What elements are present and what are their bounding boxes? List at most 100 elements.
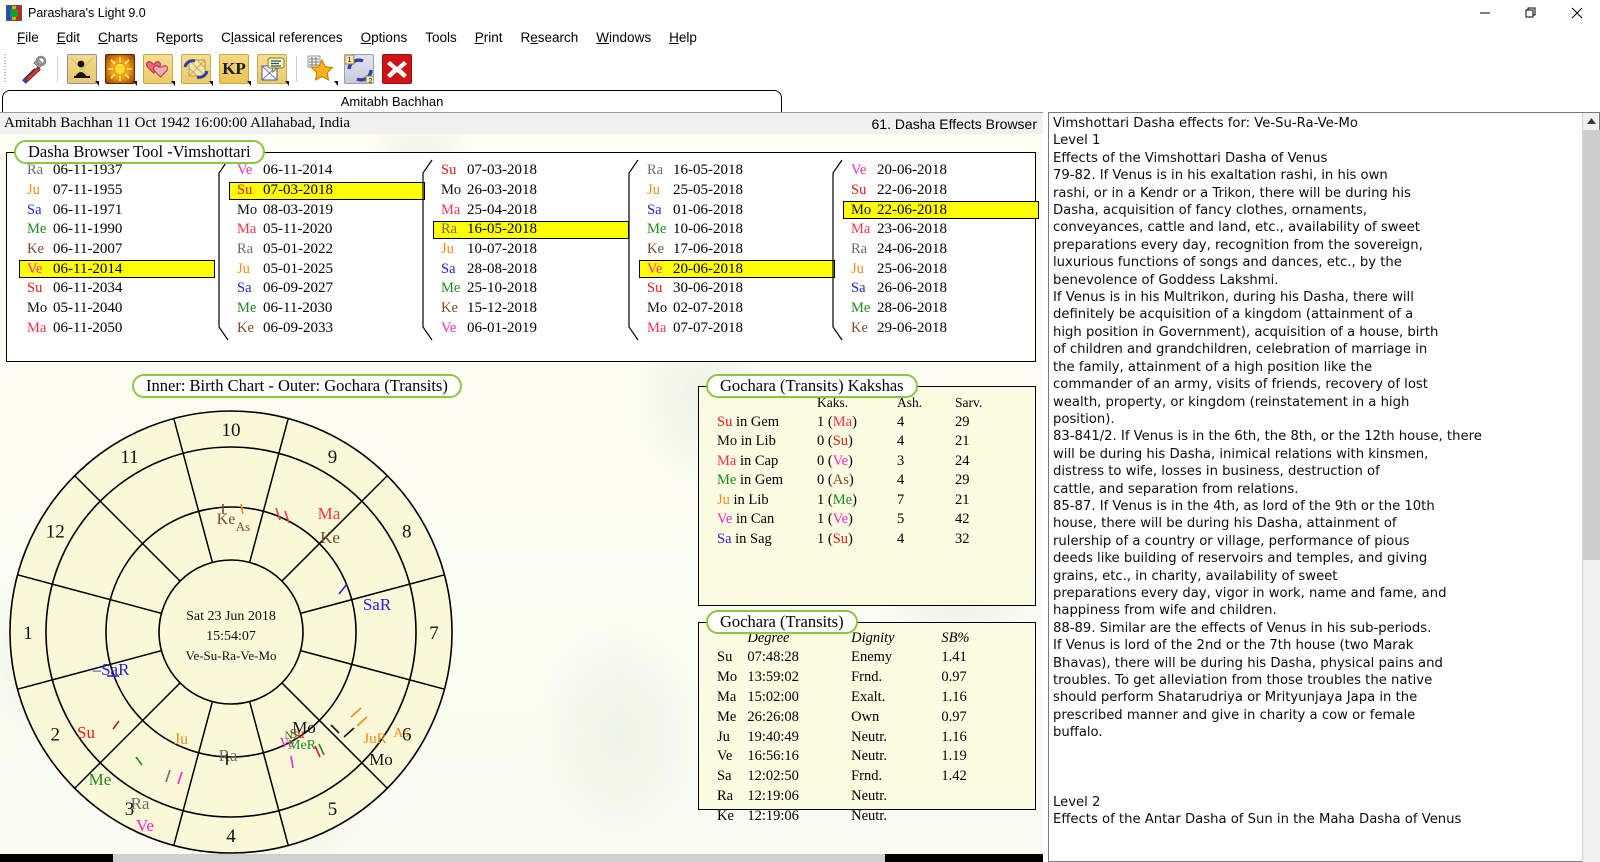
- dasha-date-label: 28-06-2018: [877, 300, 947, 317]
- dasha-row[interactable]: Sa 28-08-2018: [427, 259, 627, 279]
- favorites-star-icon[interactable]: [303, 51, 339, 87]
- dasha-row[interactable]: Ju 10-07-2018: [427, 240, 627, 260]
- vertical-scrollbar[interactable]: [1582, 113, 1600, 862]
- close-icon[interactable]: [1554, 0, 1600, 26]
- chevron-down-icon[interactable]: [285, 81, 289, 86]
- gochara-row: Ve 16:56:16 Neutr. 1.19: [699, 747, 999, 767]
- sun-icon[interactable]: [102, 51, 138, 87]
- dasha-row[interactable]: Me 28-06-2018: [837, 299, 1037, 319]
- dasha-row[interactable]: Ju 25-06-2018: [837, 259, 1037, 279]
- dasha-row[interactable]: Mo 02-07-2018: [633, 299, 833, 319]
- person-meditating-icon[interactable]: [64, 51, 100, 87]
- menu-item-classical-references[interactable]: Classical references: [212, 28, 352, 47]
- vertical-scroll-track[interactable]: [1583, 560, 1600, 862]
- dasha-date-label: 10-06-2018: [673, 221, 743, 238]
- dasha-planet-label: Ke: [27, 241, 44, 258]
- dasha-planet-label: Me: [27, 221, 47, 238]
- chevron-down-icon[interactable]: [95, 81, 99, 86]
- chevron-down-icon[interactable]: [247, 81, 251, 86]
- dasha-row[interactable]: Sa 01-06-2018: [633, 200, 833, 220]
- chevron-down-icon[interactable]: [209, 81, 213, 86]
- menu-item-options[interactable]: Options: [352, 28, 417, 47]
- dasha-row[interactable]: Ma 06-11-2050: [13, 319, 213, 339]
- gochara-sb: 1.19: [941, 748, 967, 765]
- chevron-down-icon[interactable]: [334, 81, 338, 86]
- dasha-row[interactable]: Ve 06-01-2019: [427, 319, 627, 339]
- dasha-row[interactable]: Ra 16-05-2018: [633, 161, 833, 181]
- dasha-row[interactable]: Ve 20-06-2018: [837, 161, 1037, 181]
- chart-wheel[interactable]: 1 2 3 4 5 6 7 8 9 10 11 12 Sat 23 Jun 2018 15:54:07…: [6, 392, 566, 854]
- inner-planet-Ke: Ke: [217, 511, 236, 528]
- dual-chart-cycle-icon[interactable]: 1 2: [341, 51, 377, 87]
- dasha-row[interactable]: Mo 22-06-2018: [837, 200, 1039, 220]
- menu-item-reports[interactable]: Reports: [147, 28, 212, 47]
- dasha-row[interactable]: Me 25-10-2018: [427, 279, 627, 299]
- chevron-down-icon[interactable]: [133, 81, 137, 86]
- dasha-row[interactable]: Ke 06-09-2033: [223, 319, 423, 339]
- menu-item-tools[interactable]: Tools: [416, 28, 466, 47]
- dasha-row[interactable]: Ve 20-06-2018: [633, 259, 835, 279]
- horizontal-scroll-thumb[interactable]: [113, 854, 885, 862]
- kakshas-kaks-value: 1 (Me): [817, 491, 857, 508]
- gochara-row: Su 07:48:28 Enemy 1.41: [699, 648, 999, 668]
- dasha-row[interactable]: Ra 16-05-2018: [427, 220, 629, 240]
- dasha-row[interactable]: Mo 26-03-2018: [427, 181, 627, 201]
- dasha-row[interactable]: Ke 15-12-2018: [427, 299, 627, 319]
- dasha-row[interactable]: Sa 06-09-2027: [223, 279, 423, 299]
- dasha-row[interactable]: Ve 06-11-2014: [13, 259, 215, 279]
- dasha-row[interactable]: Mo 08-03-2019: [223, 200, 423, 220]
- hearts-compatibility-icon[interactable]: [140, 51, 176, 87]
- notes-chart-icon[interactable]: [254, 51, 290, 87]
- dasha-row[interactable]: Mo 05-11-2040: [13, 299, 213, 319]
- dasha-row[interactable]: Su 30-06-2018: [633, 279, 833, 299]
- kp-icon[interactable]: KP: [216, 51, 252, 87]
- dasha-row[interactable]: Ra 24-06-2018: [837, 240, 1037, 260]
- horizontal-scrollbar[interactable]: [0, 854, 1043, 862]
- dasha-row[interactable]: Ke 29-06-2018: [837, 319, 1037, 339]
- menu-item-windows[interactable]: Windows: [587, 28, 660, 47]
- dasha-row[interactable]: Ma 23-06-2018: [837, 220, 1037, 240]
- dasha-date-label: 05-01-2022: [263, 241, 333, 258]
- dasha-row[interactable]: Ke 06-11-2007: [13, 240, 213, 260]
- dasha-row[interactable]: Su 07-03-2018: [427, 161, 627, 181]
- vertical-scroll-thumb[interactable]: [1583, 130, 1600, 560]
- dasha-row[interactable]: Ke 17-06-2018: [633, 240, 833, 260]
- dasha-row[interactable]: Ju 07-11-1955: [13, 181, 213, 201]
- menu-item-file[interactable]: FFileile: [8, 28, 48, 47]
- dasha-row[interactable]: Su 22-06-2018: [837, 181, 1037, 201]
- dasha-row[interactable]: Sa 06-11-1971: [13, 200, 213, 220]
- dasha-date-label: 16-05-2018: [467, 221, 537, 238]
- minimize-icon[interactable]: [1462, 0, 1508, 26]
- chevron-down-icon[interactable]: [171, 81, 175, 86]
- menu-item-research[interactable]: Research: [512, 28, 588, 47]
- dasha-row[interactable]: Ma 07-07-2018: [633, 319, 833, 339]
- dasha-row[interactable]: Ra 05-01-2022: [223, 240, 423, 260]
- dasha-row[interactable]: Sa 26-06-2018: [837, 279, 1037, 299]
- tools-icon[interactable]: [15, 51, 51, 87]
- dasha-row[interactable]: Me 06-11-2030: [223, 299, 423, 319]
- dasha-row[interactable]: Su 07-03-2018: [223, 181, 425, 201]
- dasha-planet-label: Ju: [441, 241, 454, 258]
- menu-item-help[interactable]: Help: [660, 28, 706, 47]
- chart-tab[interactable]: Amitabh Bachhan: [2, 90, 782, 112]
- menu-item-edit[interactable]: Edit: [48, 28, 89, 47]
- dasha-row[interactable]: Ma 05-11-2020: [223, 220, 423, 240]
- gochara-dignity: Neutr.: [851, 748, 887, 765]
- dasha-date-label: 06-09-2027: [263, 280, 333, 297]
- dasha-row[interactable]: Me 06-11-1990: [13, 220, 213, 240]
- menu-item-charts[interactable]: Charts: [89, 28, 147, 47]
- scroll-up-arrow-icon[interactable]: [1583, 113, 1600, 130]
- dasha-row[interactable]: Ju 05-01-2025: [223, 259, 423, 279]
- kakshas-ash-value: 3: [897, 452, 905, 469]
- maximize-icon[interactable]: [1508, 0, 1554, 26]
- kakshas-row: Su in Gem 1 (Ma) 4 29: [699, 413, 1009, 433]
- dasha-row[interactable]: Me 10-06-2018: [633, 220, 833, 240]
- dasha-row[interactable]: Ma 25-04-2018: [427, 200, 627, 220]
- toolbar-grip[interactable]: [2, 54, 10, 84]
- dasha-date-label: 24-06-2018: [877, 241, 947, 258]
- menu-item-print[interactable]: Print: [466, 28, 512, 47]
- chart-refresh-icon[interactable]: [178, 51, 214, 87]
- dasha-row[interactable]: Su 06-11-2034: [13, 279, 213, 299]
- dasha-row[interactable]: Ju 25-05-2018: [633, 181, 833, 201]
- close-chart-icon[interactable]: [379, 51, 415, 87]
